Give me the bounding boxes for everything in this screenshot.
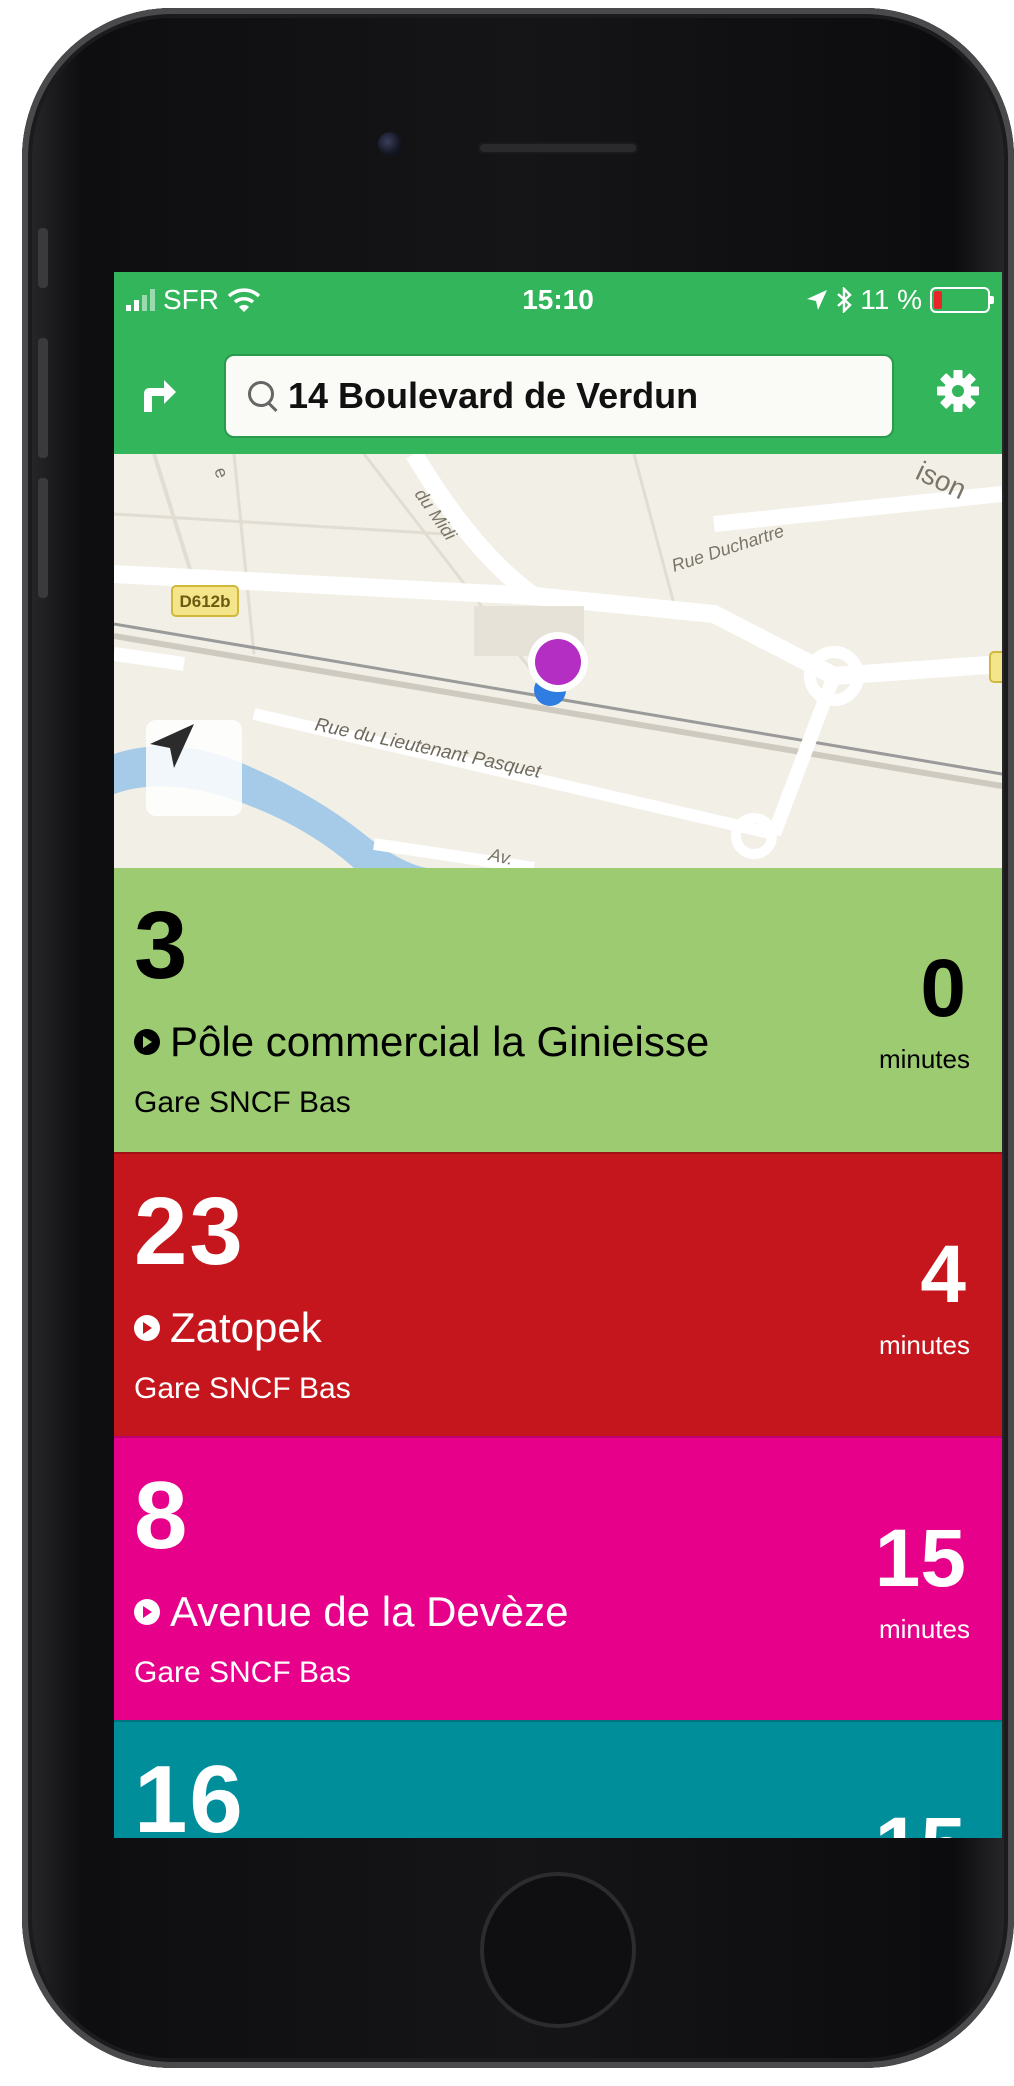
search-value: 14 Boulevard de Verdun bbox=[288, 375, 699, 416]
minutes-value: 15 bbox=[874, 1513, 966, 1604]
map-canvas: D612b Rue Duchartre du Midi Rue du Lieut… bbox=[114, 454, 1002, 868]
volume-up-button bbox=[38, 338, 48, 458]
battery-icon bbox=[930, 287, 994, 313]
home-button[interactable] bbox=[480, 1872, 636, 2028]
direction-arrow-icon bbox=[134, 1599, 160, 1625]
locate-me-button[interactable] bbox=[146, 720, 242, 816]
directions-button[interactable] bbox=[130, 372, 186, 428]
map-view[interactable]: D612b Rue Duchartre du Midi Rue du Lieut… bbox=[114, 454, 1002, 868]
line-number: 16 bbox=[134, 1746, 245, 1839]
destination-label: Zatopek bbox=[170, 1304, 322, 1351]
street-label-avenue: Av. bbox=[486, 844, 515, 868]
mute-switch bbox=[38, 228, 48, 288]
phone-frame: SFR 15:10 11 % 14 Boulevard de Verdun D6… bbox=[22, 8, 1014, 2068]
bluetooth-icon bbox=[837, 287, 853, 313]
road-badge-label: D612b bbox=[179, 592, 230, 611]
status-bar: SFR 15:10 11 % bbox=[114, 272, 1002, 328]
minutes-value: 0 bbox=[920, 943, 966, 1034]
app-header: SFR 15:10 11 % 14 Boulevard de Verdun bbox=[114, 272, 1002, 454]
minutes-label: minutes bbox=[878, 1330, 970, 1360]
directions-arrow-icon bbox=[144, 380, 176, 412]
stop-name: Gare SNCF Bas bbox=[134, 1086, 351, 1119]
minutes-label: minutes bbox=[878, 1614, 970, 1644]
location-services-icon bbox=[807, 290, 828, 310]
street-label-pasquet: Rue du Lieutenant Pasquet bbox=[313, 714, 543, 783]
minutes-value: 4 bbox=[920, 1229, 966, 1320]
settings-button[interactable] bbox=[930, 368, 986, 424]
destination-label: Avenue de la Devèze bbox=[170, 1588, 569, 1635]
earpiece-speaker bbox=[478, 142, 638, 154]
line-number: 23 bbox=[134, 1178, 245, 1285]
departure-row[interactable]: 8 Avenue de la Devèze Gare SNCF Bas 15 minut… bbox=[114, 1436, 1002, 1720]
navigation-arrow-icon bbox=[150, 724, 194, 768]
destination: Pôle commercial la Ginieisse bbox=[134, 1018, 709, 1066]
street-label-e: e bbox=[210, 465, 232, 481]
departure-row[interactable]: 3 Pôle commercial la Ginieisse Gare SNCF B… bbox=[114, 868, 1002, 1152]
line-number: 3 bbox=[134, 892, 190, 999]
status-right: 11 % bbox=[806, 284, 994, 316]
battery-percent: 11 % bbox=[860, 284, 922, 315]
line-number: 8 bbox=[134, 1462, 190, 1569]
departure-row[interactable]: 23 Zatopek Gare SNCF Bas 4 minutes bbox=[114, 1152, 1002, 1436]
location-marker[interactable] bbox=[535, 639, 581, 685]
stop-name: Gare SNCF Bas bbox=[134, 1656, 351, 1689]
departure-row[interactable]: 1615 bbox=[114, 1720, 1002, 1838]
stop-name: Gare SNCF Bas bbox=[134, 1372, 351, 1405]
destination: Avenue de la Devèze bbox=[134, 1588, 569, 1636]
minutes-value: 15 bbox=[875, 1806, 966, 1839]
direction-arrow-icon bbox=[134, 1029, 160, 1055]
app-screen: SFR 15:10 11 % 14 Boulevard de Verdun D6… bbox=[114, 272, 1002, 1838]
gear-icon bbox=[937, 370, 979, 412]
minutes-label: minutes bbox=[878, 1044, 970, 1074]
direction-arrow-icon bbox=[134, 1315, 160, 1341]
destination: Zatopek bbox=[134, 1304, 322, 1352]
search-icon bbox=[246, 379, 280, 413]
destination-label: Pôle commercial la Ginieisse bbox=[170, 1018, 710, 1065]
front-camera bbox=[378, 132, 402, 156]
volume-down-button bbox=[38, 478, 48, 598]
address-search-field[interactable]: 14 Boulevard de Verdun bbox=[224, 354, 894, 438]
